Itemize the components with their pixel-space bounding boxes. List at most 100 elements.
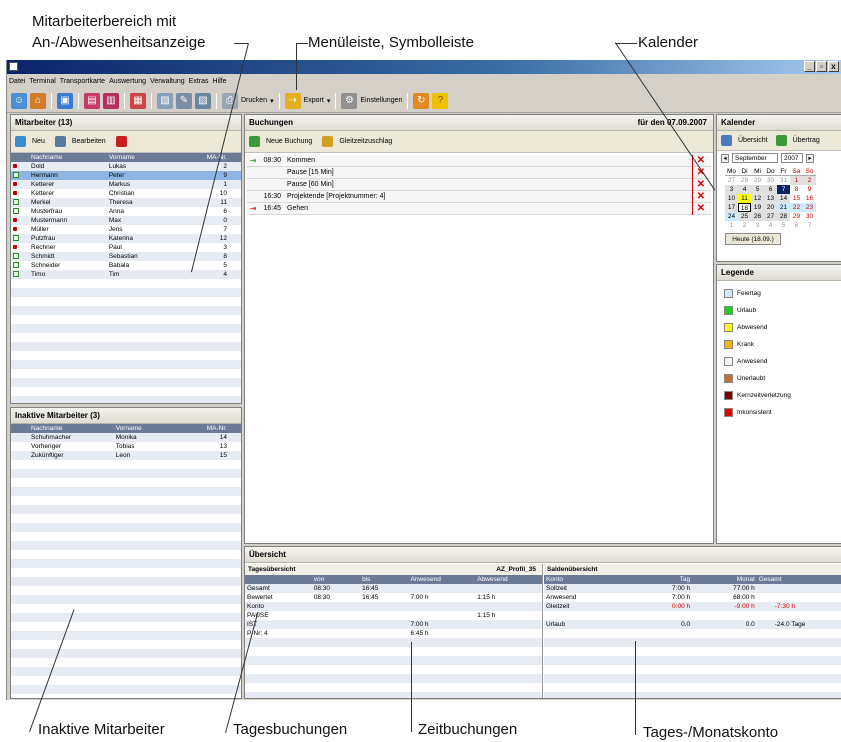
minimize-button[interactable]: _: [804, 61, 815, 72]
calendar-day[interactable]: 20: [764, 203, 777, 212]
menu-verwaltung[interactable]: Verwaltung: [150, 78, 185, 85]
table-row[interactable]: Ketterer Markus 1: [11, 180, 241, 189]
calendar-day[interactable]: 25: [738, 212, 751, 221]
prev-month-button[interactable]: ◂: [721, 153, 729, 163]
booking-row[interactable]: 16:30 Projektende [Projektnummer: 4] ✕: [247, 191, 711, 203]
calendar-day[interactable]: 29: [751, 176, 764, 185]
calendar-day[interactable]: 16: [803, 194, 816, 203]
export-button[interactable]: Export: [304, 97, 324, 104]
calendar-day[interactable]: 23: [803, 203, 816, 212]
calendar-day[interactable]: 13: [764, 194, 777, 203]
column-header[interactable]: Vorname: [113, 424, 172, 433]
transport-icon[interactable]: ▥: [103, 92, 119, 109]
calendar-day[interactable]: 30: [764, 176, 777, 185]
table-row[interactable]: Schneider Babala 5: [11, 261, 241, 270]
table-row[interactable]: Schmidt Sebastian 8: [11, 252, 241, 261]
add-user-icon[interactable]: [15, 136, 26, 147]
menu-extras[interactable]: Extras: [189, 78, 209, 85]
close-button[interactable]: x: [828, 61, 839, 72]
chevron-down-icon[interactable]: ▾: [270, 97, 274, 105]
calendar-day[interactable]: 2: [738, 221, 751, 230]
table-row[interactable]: Hermann Peter 9: [11, 171, 241, 180]
chevron-down-icon[interactable]: ▾: [327, 97, 331, 105]
calendar-day[interactable]: 24: [725, 212, 738, 221]
calendar-day[interactable]: 22: [790, 203, 803, 212]
calendar-day[interactable]: 27: [764, 212, 777, 221]
edit-user-icon[interactable]: [54, 136, 66, 147]
new-booking-icon[interactable]: [249, 136, 260, 147]
calendar-day[interactable]: 31: [777, 176, 790, 185]
refresh-icon[interactable]: ↻: [413, 92, 430, 109]
calendar-day[interactable]: 5: [777, 221, 790, 230]
booking-row[interactable]: Pause [60 Min] ✕: [247, 179, 711, 191]
menu-datei[interactable]: Datei: [9, 78, 25, 85]
delete-user-icon[interactable]: [115, 136, 127, 147]
column-header[interactable]: Nachname: [29, 424, 114, 433]
table-row[interactable]: Mustermann Max 0: [11, 216, 241, 225]
settings-icon[interactable]: ⚙: [341, 92, 358, 109]
table-row[interactable]: Müller Jens 7: [11, 225, 241, 234]
calendar-day[interactable]: 30: [803, 212, 816, 221]
terminal-icon[interactable]: ▤: [84, 92, 100, 109]
table-row[interactable]: Putzfrau Katerina 12: [11, 234, 241, 243]
menu-transportkarte[interactable]: Transportkarte: [60, 78, 105, 85]
calendar-day[interactable]: 10: [725, 194, 738, 203]
calendar-day[interactable]: 18: [738, 203, 751, 212]
flex-bonus-button[interactable]: Gleitzeitzuschlag: [339, 138, 392, 145]
column-header[interactable]: Nachname: [29, 153, 107, 162]
calendar-day[interactable]: 29: [790, 212, 803, 221]
maximize-button[interactable]: ▫: [816, 61, 827, 72]
menu-auswertung[interactable]: Auswertung: [109, 78, 146, 85]
report-icon[interactable]: ▦: [130, 92, 146, 109]
next-month-button[interactable]: ▸: [806, 153, 814, 163]
month-select[interactable]: September: [732, 153, 778, 163]
table-row[interactable]: Zukünftiger Leon 15: [11, 451, 241, 460]
calendar-day[interactable]: 6: [764, 185, 777, 194]
calendar-day[interactable]: 12: [751, 194, 764, 203]
column-header[interactable]: MA-Nr.: [171, 424, 241, 433]
table-row[interactable]: Vorheriger Tobias 13: [11, 442, 241, 451]
calendar-day[interactable]: 27: [725, 176, 738, 185]
column-header[interactable]: MA-Nr.: [170, 153, 241, 162]
calendar-day[interactable]: 15: [790, 194, 803, 203]
calendar-day[interactable]: 7: [803, 221, 816, 230]
calendar-day[interactable]: 14: [777, 194, 790, 203]
users-icon[interactable]: ☺: [11, 92, 27, 109]
delete-icon[interactable]: ✕: [697, 179, 705, 191]
table-row[interactable]: Schuhmacher Monika 14: [11, 433, 241, 442]
table-row[interactable]: Ketterer Christian 10: [11, 189, 241, 198]
flex-bonus-icon[interactable]: [322, 136, 334, 147]
calendar-day[interactable]: 26: [751, 212, 764, 221]
menu-hilfe[interactable]: Hilfe: [213, 78, 227, 85]
transfer-icon[interactable]: [775, 135, 787, 146]
new-booking-button[interactable]: Neue Buchung: [266, 138, 312, 145]
calendar-day[interactable]: 1: [725, 221, 738, 230]
table-row[interactable]: Timo Tim 4: [11, 270, 241, 279]
calendar-day[interactable]: 28: [738, 176, 751, 185]
column-header[interactable]: Vorname: [106, 153, 171, 162]
overview-icon[interactable]: [721, 135, 732, 146]
table-row[interactable]: Rechner Paul 3: [11, 243, 241, 252]
calendar-transfer-button[interactable]: Übertrag: [793, 137, 820, 144]
edit-employee-button[interactable]: Bearbeiten: [72, 138, 106, 145]
calendar-day[interactable]: 6: [790, 221, 803, 230]
admin-icon[interactable]: ▨: [195, 92, 211, 109]
tools-icon[interactable]: ✎: [176, 92, 192, 109]
calendar-day[interactable]: 3: [725, 185, 738, 194]
calendar-day[interactable]: 11: [738, 194, 751, 203]
user-card-icon[interactable]: ▣: [57, 92, 73, 109]
group-icon[interactable]: ⌂: [30, 92, 46, 109]
today-button[interactable]: Heute (18.09.): [725, 233, 781, 245]
calendar-icon[interactable]: ▧: [157, 92, 173, 109]
calendar-day[interactable]: 17: [725, 203, 738, 212]
booking-row[interactable]: ⇥ 16:45 Gehen ✕: [247, 203, 711, 215]
menu-terminal[interactable]: Terminal: [29, 78, 55, 85]
delete-icon[interactable]: ✕: [697, 191, 705, 203]
calendar-day[interactable]: 2: [803, 176, 816, 185]
print-button[interactable]: Drucken: [241, 97, 267, 104]
calendar-day[interactable]: 1: [790, 176, 803, 185]
calendar-day[interactable]: 9: [803, 185, 816, 194]
booking-row[interactable]: ⇥ 08:30 Kommen ✕: [247, 155, 711, 167]
year-stepper[interactable]: 2007: [781, 153, 803, 163]
calendar-day[interactable]: 5: [751, 185, 764, 194]
